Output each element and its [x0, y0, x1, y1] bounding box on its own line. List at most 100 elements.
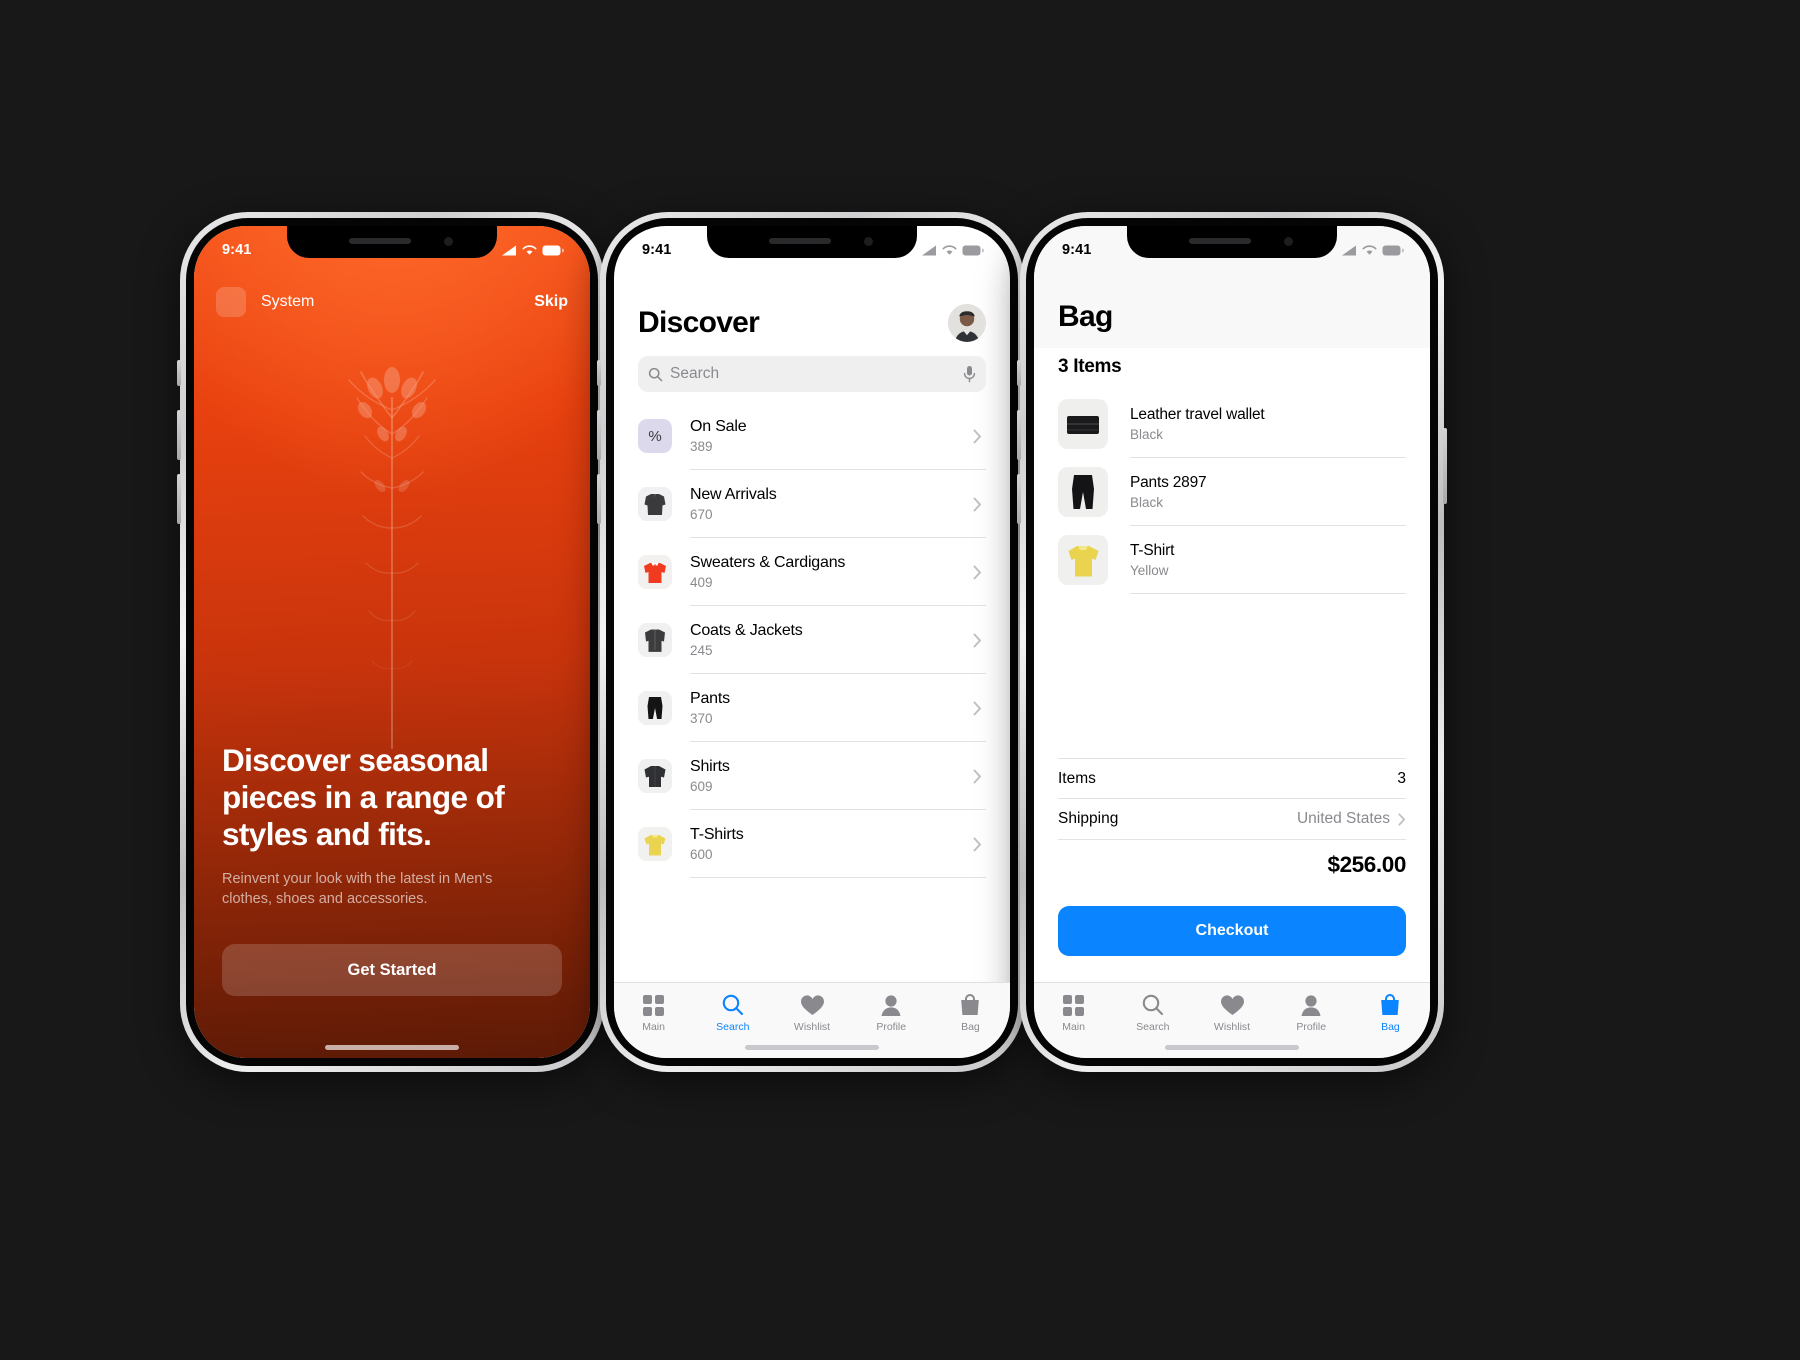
- front-camera: [864, 237, 873, 246]
- earpiece-speaker: [349, 238, 411, 244]
- screenshot-canvas: 9:41 System Skip Discover seasonal piece…: [0, 0, 1800, 1360]
- search-input[interactable]: Search: [670, 365, 963, 383]
- front-camera: [444, 237, 453, 246]
- power-button[interactable]: [1443, 428, 1447, 504]
- get-started-button[interactable]: Get Started: [222, 944, 562, 996]
- category-name: Shirts: [690, 758, 730, 775]
- battery-icon: [962, 245, 984, 255]
- onboarding-copy: Discover seasonal pieces in a range of s…: [222, 742, 562, 910]
- bag-icon: [1381, 994, 1400, 1015]
- chevron-right-icon: [973, 565, 981, 579]
- onboarding-topbar: System Skip: [194, 282, 590, 322]
- mute-switch[interactable]: [177, 360, 181, 386]
- item-name: T-Shirt: [1130, 542, 1175, 559]
- cellular-icon: [922, 245, 936, 255]
- list-item[interactable]: Shirts 609: [638, 742, 1010, 810]
- search-bar[interactable]: Search: [638, 356, 986, 392]
- tab-label: Search: [1136, 1021, 1170, 1033]
- dark-shirt-thumb: [638, 759, 672, 793]
- item-color: Black: [1130, 495, 1164, 510]
- red-sweater-thumb: [638, 555, 672, 589]
- home-indicator[interactable]: [325, 1045, 459, 1050]
- status-icons: [921, 244, 984, 256]
- tab-label: Bag: [961, 1021, 980, 1033]
- category-name: Sweaters & Cardigans: [690, 554, 846, 571]
- list-item[interactable]: Sweaters & Cardigans 409: [638, 538, 1010, 606]
- avatar[interactable]: [948, 304, 986, 342]
- wifi-icon: [942, 244, 957, 255]
- list-item[interactable]: Pants 370: [638, 674, 1010, 742]
- tab-main[interactable]: Main: [1034, 983, 1113, 1058]
- tab-bag[interactable]: Bag: [1351, 983, 1430, 1058]
- summary-row-shipping[interactable]: Shipping United States: [1058, 799, 1406, 840]
- battery-icon: [1382, 245, 1404, 255]
- chevron-right-icon: [973, 429, 981, 443]
- avatar-image: [948, 304, 986, 342]
- mute-switch[interactable]: [597, 360, 601, 386]
- tab-label: Wishlist: [1213, 1021, 1251, 1033]
- chevron-right-icon: [973, 769, 981, 783]
- volume-down-button[interactable]: [177, 474, 181, 524]
- item-color: Black: [1130, 427, 1164, 442]
- yellow-tshirt-thumb: [638, 827, 672, 861]
- volume-down-button[interactable]: [1017, 474, 1021, 524]
- tab-bag[interactable]: Bag: [931, 983, 1010, 1058]
- volume-up-button[interactable]: [1017, 410, 1021, 460]
- phone3-screen: 9:41 Bag 3 Items Leather travel wallet B…: [1034, 226, 1430, 1058]
- yellow-tshirt-thumb: [1058, 535, 1108, 585]
- tab-label: Profile: [876, 1021, 907, 1033]
- phone-onboarding: 9:41 System Skip Discover seasonal piece…: [177, 212, 607, 1072]
- tab-label: Wishlist: [793, 1021, 831, 1033]
- list-item[interactable]: T-Shirts 600: [638, 810, 1010, 878]
- list-item[interactable]: Pants 2897 Black: [1058, 458, 1406, 526]
- tab-main[interactable]: Main: [614, 983, 693, 1058]
- item-color: Yellow: [1130, 563, 1169, 578]
- phone1-screen: 9:41 System Skip Discover seasonal piece…: [194, 226, 590, 1058]
- volume-up-button[interactable]: [177, 410, 181, 460]
- list-item[interactable]: New Arrivals 670: [638, 470, 1010, 538]
- list-item[interactable]: % On Sale 389: [638, 402, 1010, 470]
- earpiece-speaker: [1189, 238, 1251, 244]
- list-item[interactable]: Coats & Jackets 245: [638, 606, 1010, 674]
- onboarding-headline: Discover seasonal pieces in a range of s…: [222, 742, 505, 852]
- home-indicator[interactable]: [745, 1045, 879, 1050]
- volume-down-button[interactable]: [597, 474, 601, 524]
- home-indicator[interactable]: [1165, 1045, 1299, 1050]
- person-icon: [1301, 994, 1321, 1016]
- list-item[interactable]: Leather travel wallet Black: [1058, 390, 1406, 458]
- list-item[interactable]: T-Shirt Yellow: [1058, 526, 1406, 594]
- black-wallet-thumb: [1058, 399, 1108, 449]
- front-camera: [1284, 237, 1293, 246]
- category-name: Pants: [690, 690, 730, 707]
- notch: [287, 226, 497, 258]
- category-list: % On Sale 389 New Arrivals 670 Sweaters …: [638, 402, 1010, 962]
- volume-up-button[interactable]: [597, 410, 601, 460]
- bag-icon: [961, 994, 980, 1015]
- skip-button[interactable]: Skip: [534, 293, 568, 311]
- category-name: Coats & Jackets: [690, 622, 803, 639]
- dark-coat-thumb: [638, 623, 672, 657]
- black-pants-thumb: [1058, 467, 1108, 517]
- percent-icon: %: [638, 419, 672, 453]
- wifi-icon: [522, 244, 537, 255]
- notch: [707, 226, 917, 258]
- status-time: 9:41: [1062, 242, 1092, 258]
- onboarding-subtitle: Reinvent your look with the latest in Me…: [222, 870, 493, 908]
- microphone-icon[interactable]: [963, 365, 976, 383]
- black-pants-thumb: [638, 691, 672, 725]
- category-count: 409: [690, 575, 713, 590]
- status-icons: [1341, 244, 1404, 256]
- checkout-button[interactable]: Checkout: [1058, 906, 1406, 956]
- chevron-right-icon: [973, 701, 981, 715]
- mute-switch[interactable]: [1017, 360, 1021, 386]
- dark-jacket-thumb: [638, 487, 672, 521]
- notch: [1127, 226, 1337, 258]
- page-title: Bag: [1058, 300, 1113, 333]
- app-name: System: [261, 293, 315, 310]
- item-name: Leather travel wallet: [1130, 406, 1265, 423]
- phone-discover: 9:41 Discover Search % On Sale 389 New A…: [597, 212, 1027, 1072]
- category-count: 370: [690, 711, 713, 726]
- bag-item-list: Leather travel wallet Black Pants 2897 B…: [1058, 390, 1406, 594]
- category-count: 670: [690, 507, 713, 522]
- category-name: On Sale: [690, 418, 747, 435]
